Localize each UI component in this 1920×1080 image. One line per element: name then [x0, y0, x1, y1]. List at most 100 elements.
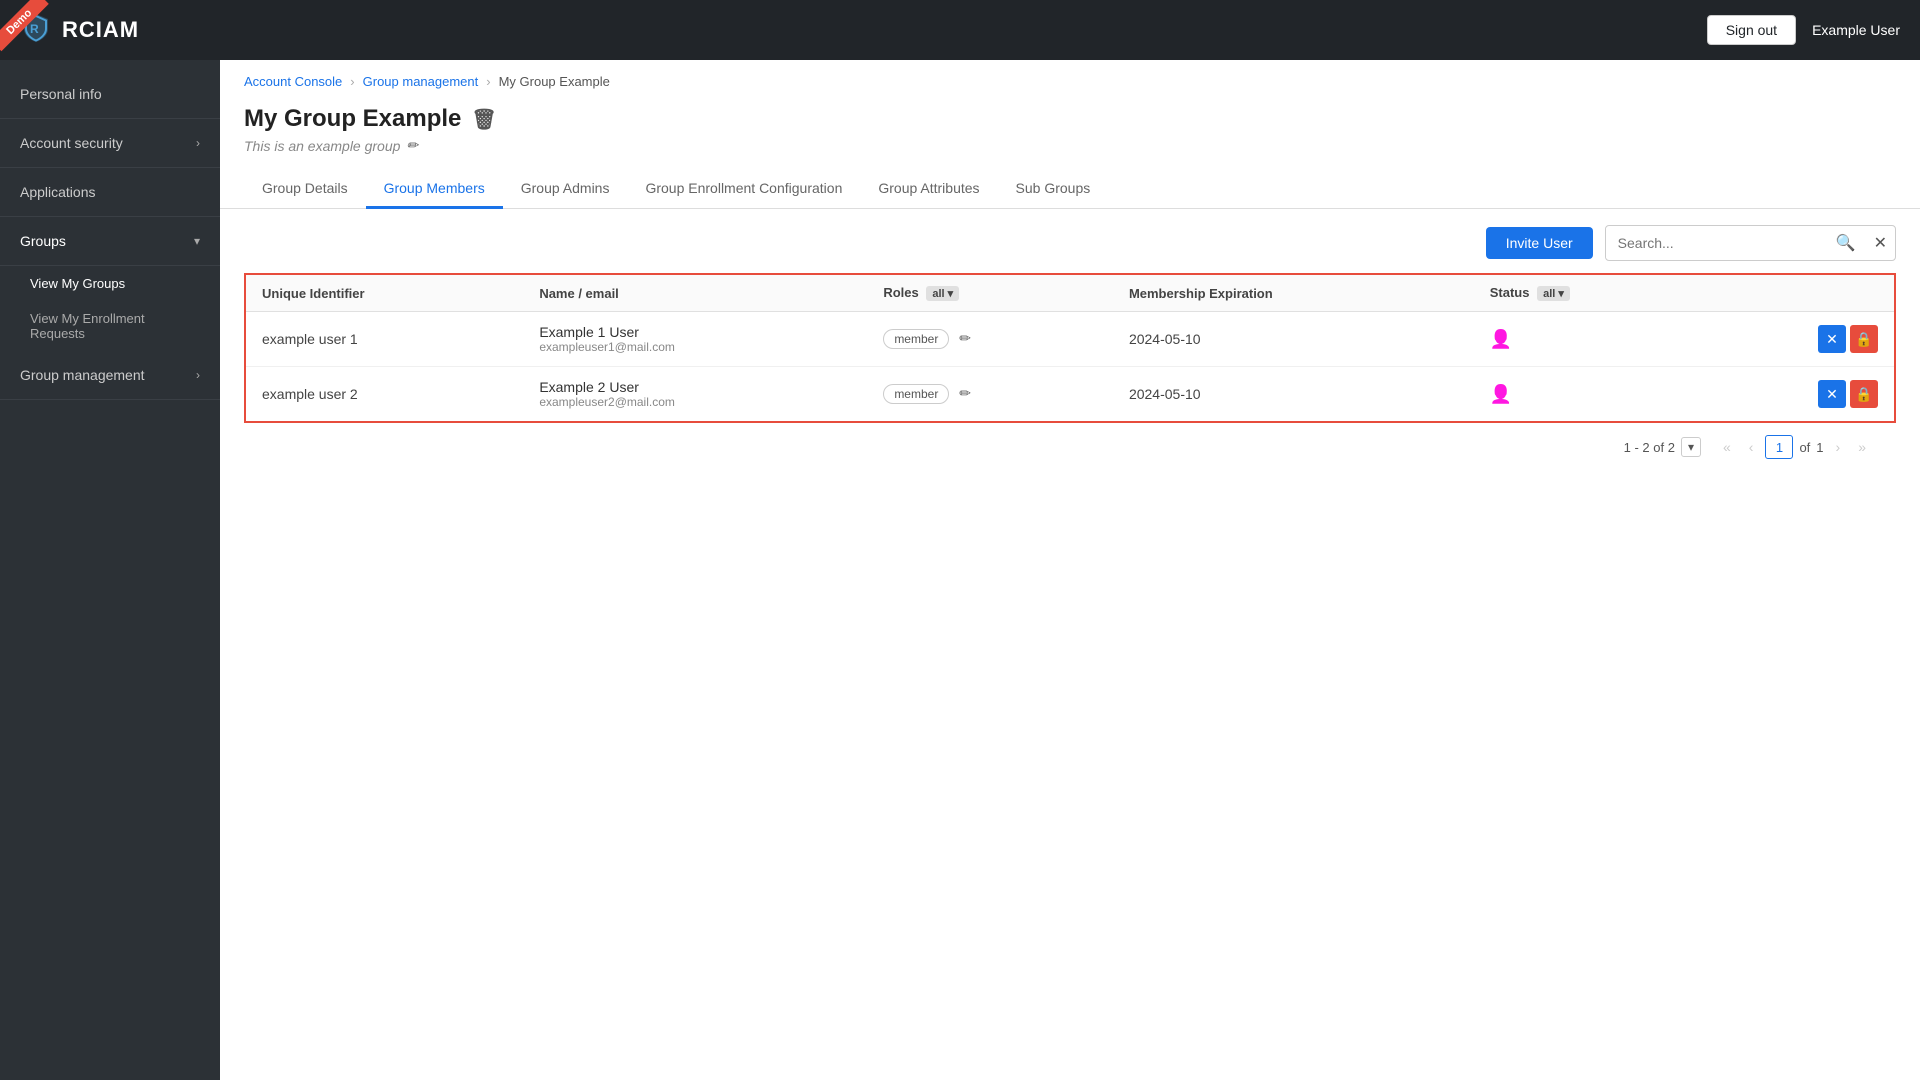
sidebar-item-label: Groups: [20, 233, 66, 249]
action-btns-2: ✕ 🔒: [1720, 380, 1878, 408]
sidebar-sub-item-label: View My Enrollment Requests: [30, 311, 145, 341]
remove-user-button-2[interactable]: ✕: [1818, 380, 1846, 408]
top-nav-left: R RCIAM: [20, 11, 139, 50]
page-info: 1 - 2 of 2 ▾: [1624, 437, 1701, 457]
page-title: My Group Example 🗑: [244, 105, 1896, 133]
role-badge-2: member: [883, 384, 949, 404]
breadcrumb-account-console[interactable]: Account Console: [244, 74, 342, 89]
sidebar-item-groups[interactable]: Groups ▾: [0, 217, 220, 266]
search-clear-button[interactable]: ✕: [1866, 226, 1895, 260]
tab-group-attributes[interactable]: Group Attributes: [860, 170, 997, 209]
sidebar-sub-item-view-enrollment-requests[interactable]: View My Enrollment Requests: [0, 301, 220, 351]
tab-group-admins[interactable]: Group Admins: [503, 170, 628, 209]
page-subtitle: This is an example group ✏: [244, 137, 1896, 154]
table-row: example user 2 Example 2 User exampleuse…: [245, 367, 1895, 423]
col-roles: Roles all ▾: [867, 274, 1113, 312]
breadcrumb: Account Console › Group management › My …: [220, 60, 1920, 89]
sidebar-item-label: Applications: [20, 184, 96, 200]
main-content: Account Console › Group management › My …: [220, 60, 1920, 1080]
layout: Personal info Account security › Applica…: [0, 60, 1920, 1080]
roles-filter-badge[interactable]: all ▾: [926, 286, 959, 301]
tab-group-details[interactable]: Group Details: [244, 170, 366, 209]
status-icon-1: 👤: [1490, 329, 1512, 349]
search-button[interactable]: 🔍: [1826, 226, 1866, 260]
sidebar-item-applications[interactable]: Applications: [0, 168, 220, 217]
sidebar-item-label: Personal info: [20, 86, 102, 102]
breadcrumb-sep-2: ›: [486, 74, 490, 89]
chevron-right-icon: ›: [196, 136, 200, 150]
current-page: 1: [1765, 435, 1793, 459]
sidebar-sub-item-label: View My Groups: [30, 276, 125, 291]
action-btns-1: ✕ 🔒: [1720, 325, 1878, 353]
user-name: Example User: [1812, 22, 1900, 38]
last-page-button[interactable]: »: [1852, 436, 1872, 458]
top-nav: Demo R RCIAM Sign out Example User: [0, 0, 1920, 60]
cell-actions-2: ✕ 🔒: [1704, 367, 1895, 423]
sidebar-item-label: Group management: [20, 367, 145, 383]
tabs: Group Details Group Members Group Admins…: [220, 170, 1920, 209]
edit-role-icon-2[interactable]: ✏: [959, 385, 971, 401]
sidebar-item-label: Account security: [20, 135, 123, 151]
members-table: Unique Identifier Name / email Roles all…: [244, 273, 1896, 423]
page-range-label: 1 - 2 of 2: [1624, 440, 1675, 455]
lock-user-button-2[interactable]: 🔒: [1850, 380, 1878, 408]
delete-group-icon[interactable]: 🗑: [471, 107, 496, 132]
status-icon-2: 👤: [1490, 384, 1512, 404]
chevron-down-icon: ▾: [194, 234, 200, 248]
name-email-group-2: Example 2 User exampleuser2@mail.com: [539, 379, 851, 409]
sidebar-sub-item-view-my-groups[interactable]: View My Groups: [0, 266, 220, 301]
top-nav-right: Sign out Example User: [1707, 15, 1900, 45]
cell-roles-1: member ✏: [867, 312, 1113, 367]
tab-group-enrollment-configuration[interactable]: Group Enrollment Configuration: [627, 170, 860, 209]
col-unique-id: Unique Identifier: [245, 274, 523, 312]
cell-name-email-1: Example 1 User exampleuser1@mail.com: [523, 312, 867, 367]
search-box: 🔍 ✕: [1605, 225, 1896, 261]
col-status: Status all ▾: [1474, 274, 1704, 312]
name-email-group-1: Example 1 User exampleuser1@mail.com: [539, 324, 851, 354]
edit-subtitle-icon[interactable]: ✏: [406, 137, 418, 154]
page-size-dropdown[interactable]: ▾: [1681, 437, 1701, 457]
sign-out-button[interactable]: Sign out: [1707, 15, 1796, 45]
subtitle-text: This is an example group: [244, 138, 400, 154]
invite-user-button[interactable]: Invite User: [1486, 227, 1593, 259]
cell-unique-id-2: example user 2: [245, 367, 523, 423]
cell-status-1: 👤: [1474, 312, 1704, 367]
tab-group-members[interactable]: Group Members: [366, 170, 503, 209]
cell-unique-id-1: example user 1: [245, 312, 523, 367]
cell-actions-1: ✕ 🔒: [1704, 312, 1895, 367]
table-toolbar: Invite User 🔍 ✕: [244, 225, 1896, 261]
lock-user-button-1[interactable]: 🔒: [1850, 325, 1878, 353]
next-page-button[interactable]: ›: [1830, 436, 1847, 458]
status-filter-badge[interactable]: all ▾: [1537, 286, 1570, 301]
tab-sub-groups[interactable]: Sub Groups: [998, 170, 1109, 209]
remove-user-button-1[interactable]: ✕: [1818, 325, 1846, 353]
total-pages: 1: [1816, 440, 1823, 455]
cell-membership-expiration-2: 2024-05-10: [1113, 367, 1474, 423]
chevron-right-icon-gm: ›: [196, 368, 200, 382]
cell-roles-2: member ✏: [867, 367, 1113, 423]
role-badge-1: member: [883, 329, 949, 349]
sidebar-item-personal-info[interactable]: Personal info: [0, 70, 220, 119]
sidebar: Personal info Account security › Applica…: [0, 60, 220, 1080]
svg-text:R: R: [30, 22, 39, 36]
table-row: example user 1 Example 1 User exampleuse…: [245, 312, 1895, 367]
cell-status-2: 👤: [1474, 367, 1704, 423]
breadcrumb-sep-1: ›: [350, 74, 354, 89]
cell-membership-expiration-1: 2024-05-10: [1113, 312, 1474, 367]
col-actions: [1704, 274, 1895, 312]
page-of-label: of: [1799, 440, 1810, 455]
col-membership-expiration: Membership Expiration: [1113, 274, 1474, 312]
logo-icon: R: [20, 11, 52, 50]
edit-role-icon-1[interactable]: ✏: [959, 330, 971, 346]
page-title-area: My Group Example 🗑 This is an example gr…: [220, 89, 1920, 154]
logo-text: RCIAM: [62, 17, 139, 43]
table-header-row: Unique Identifier Name / email Roles all…: [245, 274, 1895, 312]
breadcrumb-group-management[interactable]: Group management: [363, 74, 479, 89]
first-page-button[interactable]: «: [1717, 436, 1737, 458]
sidebar-item-account-security[interactable]: Account security ›: [0, 119, 220, 168]
sidebar-item-group-management[interactable]: Group management ›: [0, 351, 220, 400]
page-title-text: My Group Example: [244, 105, 461, 133]
search-input[interactable]: [1606, 228, 1826, 258]
prev-page-button[interactable]: ‹: [1743, 436, 1760, 458]
table-area: Invite User 🔍 ✕ Unique Identifier Name /…: [220, 209, 1920, 487]
